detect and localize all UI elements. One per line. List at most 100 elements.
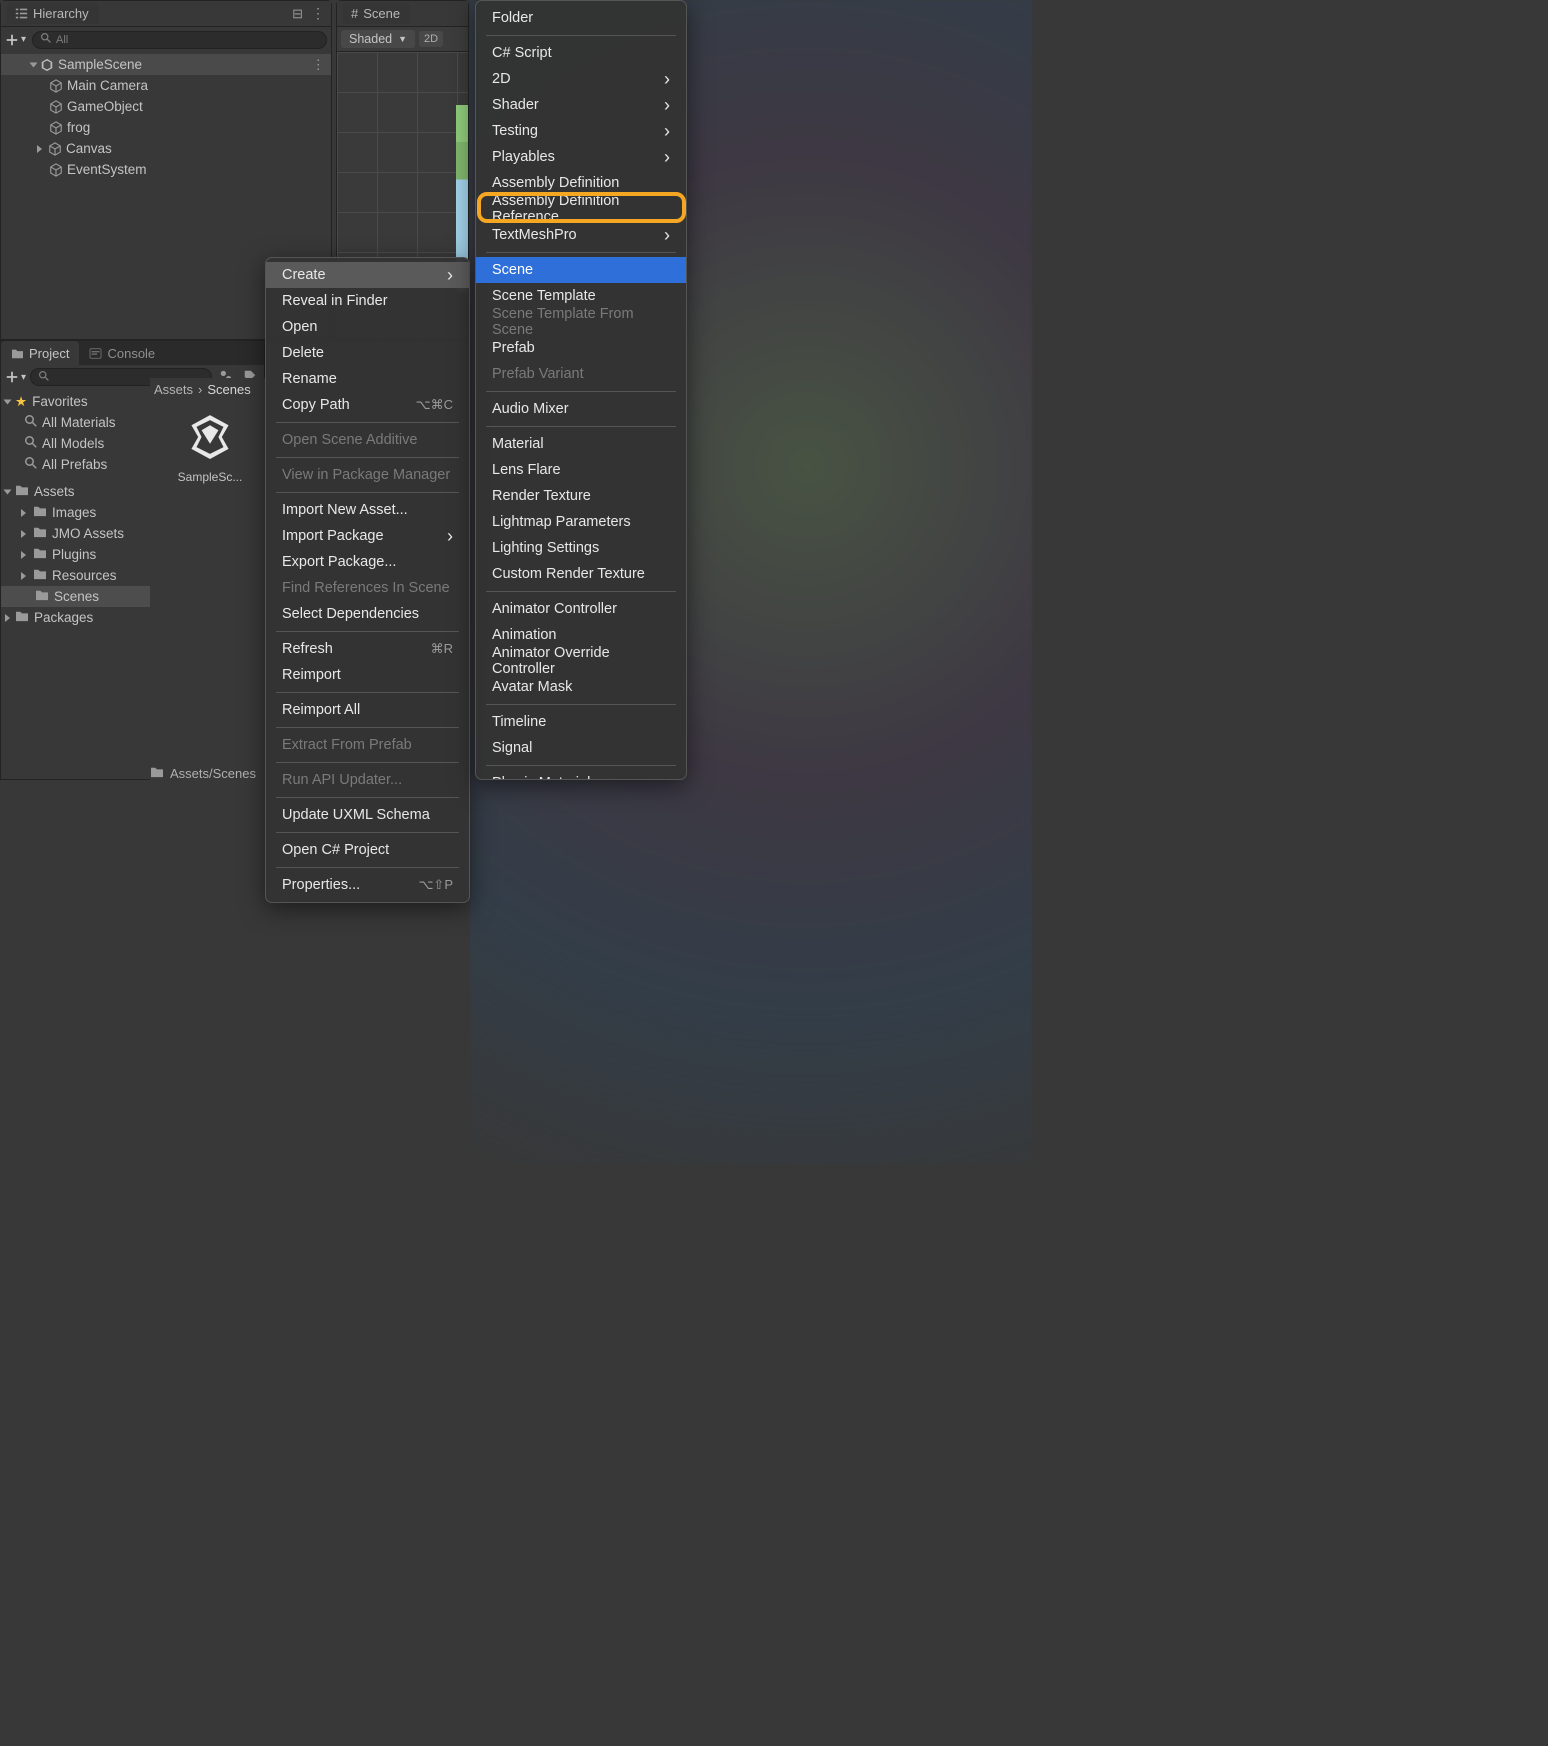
menu-item-testing[interactable]: Testing (476, 118, 686, 144)
menu-item-label: Lighting Settings (492, 540, 599, 556)
menu-separator (486, 391, 676, 392)
hierarchy-item[interactable]: GameObject (1, 96, 331, 117)
menu-item-create[interactable]: Create (266, 262, 469, 288)
menu-item-label: Copy Path (282, 397, 350, 413)
menu-item-refresh[interactable]: Refresh⌘R (266, 636, 469, 662)
scene-tab[interactable]: # Scene (343, 3, 410, 24)
hierarchy-item[interactable]: Main Camera (1, 75, 331, 96)
menu-item-shader[interactable]: Shader (476, 92, 686, 118)
expand-icon[interactable] (21, 509, 26, 517)
expand-icon[interactable] (21, 551, 26, 559)
project-tab[interactable]: Project (1, 341, 79, 365)
breadcrumb-root[interactable]: Assets (154, 382, 193, 397)
menu-item-textmeshpro[interactable]: TextMeshPro (476, 222, 686, 248)
folder-icon (33, 547, 47, 562)
context-menu: CreateReveal in FinderOpenDeleteRenameCo… (265, 257, 470, 903)
menu-item-reimport-all[interactable]: Reimport All (266, 697, 469, 723)
expand-icon[interactable] (4, 399, 12, 404)
console-tab[interactable]: Console (79, 341, 165, 365)
gameobject-icon (49, 121, 63, 135)
menu-separator (486, 704, 676, 705)
expand-icon[interactable] (37, 145, 42, 153)
menu-item-label: View in Package Manager (282, 467, 450, 483)
menu-item-label: Reimport All (282, 702, 360, 718)
menu-item-copy-path[interactable]: Copy Path⌥⌘C (266, 392, 469, 418)
hierarchy-item[interactable]: Canvas (1, 138, 331, 159)
menu-item-label: Signal (492, 740, 532, 756)
menu-item-find-references-in-scene: Find References In Scene (266, 575, 469, 601)
search-icon (25, 436, 37, 451)
menu-item-animator-override-controller[interactable]: Animator Override Controller (476, 648, 686, 674)
menu-item-update-uxml-schema[interactable]: Update UXML Schema (266, 802, 469, 828)
menu-item-open[interactable]: Open (266, 314, 469, 340)
menu-item-label: Avatar Mask (492, 679, 572, 695)
asset-label: SampleSc... (178, 470, 243, 484)
scene-row[interactable]: SampleScene ⋮ (1, 54, 331, 75)
breadcrumb-leaf[interactable]: Scenes (207, 382, 250, 397)
menu-separator (486, 591, 676, 592)
menu-item-audio-mixer[interactable]: Audio Mixer (476, 396, 686, 422)
menu-item-assembly-definition-reference[interactable]: Assembly Definition Reference (476, 196, 686, 222)
mode-2d-button[interactable]: 2D (419, 31, 443, 47)
shading-dropdown[interactable]: Shaded ▼ (341, 30, 415, 48)
menu-item-material[interactable]: Material (476, 431, 686, 457)
hierarchy-item[interactable]: EventSystem (1, 159, 331, 180)
menu-item-c-script[interactable]: C# Script (476, 40, 686, 66)
gameobject-icon (49, 163, 63, 177)
menu-item-signal[interactable]: Signal (476, 735, 686, 761)
menu-item-animator-controller[interactable]: Animator Controller (476, 596, 686, 622)
project-add-button[interactable]: ▾ (5, 370, 26, 384)
add-button[interactable]: ▾ (5, 33, 26, 47)
expand-icon[interactable] (21, 530, 26, 538)
menu-item-import-package[interactable]: Import Package (266, 523, 469, 549)
menu-item-label: Reveal in Finder (282, 293, 388, 309)
expand-icon[interactable] (30, 62, 38, 67)
menu-item-label: Extract From Prefab (282, 737, 412, 753)
menu-item-lens-flare[interactable]: Lens Flare (476, 457, 686, 483)
menu-item-lighting-settings[interactable]: Lighting Settings (476, 535, 686, 561)
menu-item-custom-render-texture[interactable]: Custom Render Texture (476, 561, 686, 587)
hierarchy-search[interactable]: All (32, 31, 327, 49)
menu-item-reimport[interactable]: Reimport (266, 662, 469, 688)
expand-icon[interactable] (5, 614, 10, 622)
menu-item-label: Find References In Scene (282, 580, 450, 596)
menu-item-open-c-project[interactable]: Open C# Project (266, 837, 469, 863)
menu-item-folder[interactable]: Folder (476, 5, 686, 31)
scene-menu-icon[interactable]: ⋮ (312, 57, 326, 73)
folder-label: Plugins (52, 547, 96, 562)
folder-icon (33, 505, 47, 520)
menu-item-avatar-mask[interactable]: Avatar Mask (476, 674, 686, 700)
menu-item-reveal-in-finder[interactable]: Reveal in Finder (266, 288, 469, 314)
panel-menu-icon[interactable]: ⋮ (311, 5, 325, 22)
menu-item-label: Animator Controller (492, 601, 617, 617)
menu-separator (276, 867, 459, 868)
panel-lock-icon[interactable]: ⊟ (292, 6, 303, 22)
menu-item-playables[interactable]: Playables (476, 144, 686, 170)
menu-item-prefab[interactable]: Prefab (476, 335, 686, 361)
menu-item-scene[interactable]: Scene (476, 257, 686, 283)
shading-label: Shaded (349, 32, 392, 46)
menu-item-delete[interactable]: Delete (266, 340, 469, 366)
menu-item-rename[interactable]: Rename (266, 366, 469, 392)
menu-item-label: Animation (492, 627, 556, 643)
menu-item-lightmap-parameters[interactable]: Lightmap Parameters (476, 509, 686, 535)
menu-separator (486, 252, 676, 253)
menu-item-label: Prefab Variant (492, 366, 584, 382)
menu-item-select-dependencies[interactable]: Select Dependencies (266, 601, 469, 627)
hierarchy-item[interactable]: frog (1, 117, 331, 138)
hierarchy-tab[interactable]: Hierarchy (7, 3, 99, 24)
menu-item-export-package[interactable]: Export Package... (266, 549, 469, 575)
menu-separator (276, 457, 459, 458)
menu-item-render-texture[interactable]: Render Texture (476, 483, 686, 509)
expand-icon[interactable] (21, 572, 26, 580)
menu-item-2d[interactable]: 2D (476, 66, 686, 92)
asset-item[interactable]: SampleSc... (178, 410, 243, 484)
menu-item-import-new-asset[interactable]: Import New Asset... (266, 497, 469, 523)
hierarchy-item-label: Main Camera (67, 78, 148, 93)
menu-item-physic-material[interactable]: Physic Material (476, 770, 686, 780)
menu-item-timeline[interactable]: Timeline (476, 709, 686, 735)
unity-scene-icon (40, 58, 54, 72)
menu-item-properties[interactable]: Properties...⌥⇧P (266, 872, 469, 898)
menu-shortcut: ⌥⇧P (418, 877, 453, 893)
expand-icon[interactable] (4, 489, 12, 494)
